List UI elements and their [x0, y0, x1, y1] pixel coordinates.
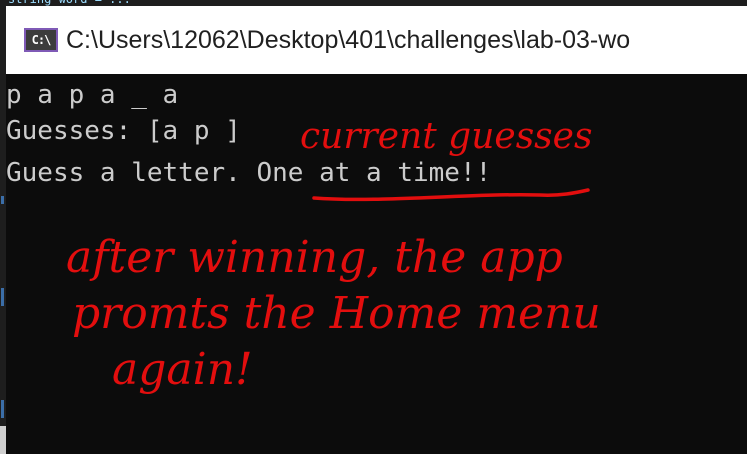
window-title: C:\Users\12062\Desktop\401\challenges\la…: [66, 25, 631, 54]
console-titlebar[interactable]: C:\ C:\Users\12062\Desktop\401\challenge…: [6, 6, 747, 74]
cmd-prompt-icon: C:\: [24, 28, 58, 52]
console-output[interactable]: p a p a _ a Guesses: [a p ] Guess a lett…: [6, 74, 747, 454]
console-line-word: p a p a _ a: [6, 80, 179, 110]
console-line-prompt: Guess a letter. One at a time!!: [6, 158, 492, 188]
console-line-guesses: Guesses: [a p ]: [6, 116, 241, 146]
